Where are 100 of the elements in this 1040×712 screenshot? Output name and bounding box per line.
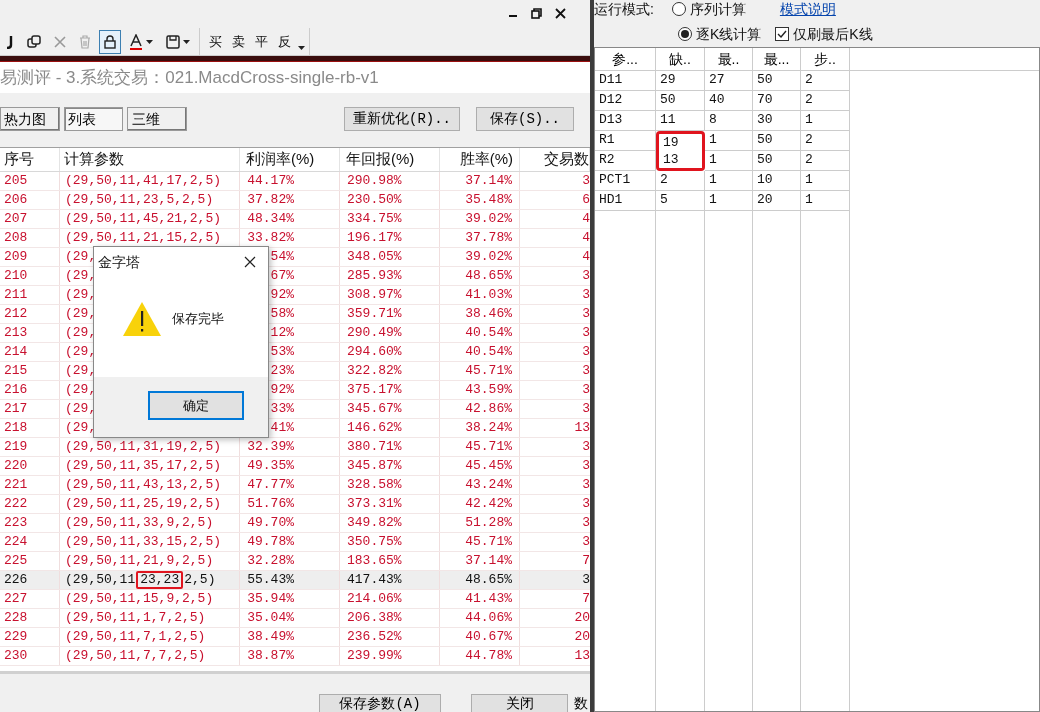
- table-row[interactable]: 220 (29,50,11,35,17,2,5) 49.35% 345.87% 45.45% 3: [0, 457, 590, 476]
- column-header[interactable]: 计算参数: [64, 148, 124, 171]
- column-header[interactable]: 利润率(%): [246, 148, 315, 171]
- close-icon[interactable]: [555, 7, 566, 19]
- table-cell: 218: [4, 420, 28, 435]
- checkbox-label[interactable]: 仅刷最后K线: [793, 23, 873, 45]
- table-row[interactable]: 206 (29,50,11,23,5,2,5) 37.82% 230.50% 35.48% 6: [0, 191, 590, 210]
- close-icon[interactable]: [244, 256, 256, 268]
- table-cell: (29,50,11,7,1,2,5): [65, 628, 206, 646]
- table-row[interactable]: 207 (29,50,11,45,21,2,5) 48.34% 334.75% 39.02% 4: [0, 210, 590, 229]
- window-title: 易测评 - 3.系统交易：021.MacdCross-single-rb-v1: [0, 66, 379, 89]
- action-button[interactable]: 重新优化(R)..: [344, 107, 460, 131]
- action-button[interactable]: 保存(S)..: [476, 107, 574, 131]
- table-row[interactable]: R2 13 1 50 2: [595, 151, 1039, 171]
- table-row[interactable]: PCT1 2 1 10 1: [595, 171, 1039, 191]
- checkbox[interactable]: [775, 27, 790, 41]
- table-row[interactable]: 226 (29,50,11 23,23 2,5) 55.43% 417.43% 48.65% 3: [0, 571, 590, 590]
- table-row[interactable]: 208 (29,50,11,21,15,2,5) 33.82% 196.17% 37.78% 4: [0, 229, 590, 248]
- run-mode-label: 运行模式:: [594, 0, 654, 19]
- caret-icon[interactable]: [298, 45, 305, 50]
- table-row[interactable]: 224 (29,50,11,33,15,2,5) 49.78% 350.75% 45.71% 3: [0, 533, 590, 552]
- column-header[interactable]: 序号: [4, 148, 34, 171]
- table-cell: 13: [574, 420, 590, 435]
- table-cell: 7: [582, 553, 590, 568]
- radio-label[interactable]: 逐K线计算: [696, 23, 762, 45]
- table-cell: 3: [582, 496, 590, 511]
- close-button[interactable]: 关闭: [471, 694, 568, 712]
- toolbar-button[interactable]: 平: [252, 31, 271, 52]
- table-cell: 348.05%: [347, 249, 402, 264]
- table-cell: 19: [656, 131, 705, 151]
- column-header[interactable]: 交易数: [544, 148, 589, 171]
- table-row[interactable]: D12 50 40 70 2: [595, 91, 1039, 111]
- table-cell: 1: [705, 171, 753, 191]
- column-header[interactable]: 年回报(%): [346, 148, 415, 171]
- mode-help-link[interactable]: 模式说明: [779, 0, 836, 20]
- table-row[interactable]: 222 (29,50,11,25,19,2,5) 51.76% 373.31% 42.42% 3: [0, 495, 590, 514]
- table-cell: 33%: [270, 401, 294, 416]
- table-cell: 58%: [270, 306, 294, 321]
- copy-icon: [27, 34, 41, 49]
- table-cell: R1: [595, 131, 656, 151]
- table-cell: D12: [595, 91, 656, 111]
- table-cell: 5: [656, 191, 705, 211]
- table-row[interactable]: D13 11 8 30 1: [595, 111, 1039, 131]
- table-row[interactable]: 225 (29,50,11,21,9,2,5) 32.28% 183.65% 37.14% 7: [0, 552, 590, 571]
- table-cell: 49.78%: [247, 534, 294, 549]
- table-cell: 3: [582, 401, 590, 416]
- table-cell: 45.71%: [465, 534, 512, 549]
- table-row[interactable]: R1 19 1 50 2: [595, 131, 1039, 151]
- table-row[interactable]: 229 (29,50,11,7,1,2,5) 38.49% 236.52% 40.67% 20: [0, 628, 590, 647]
- ok-button[interactable]: 确定: [148, 391, 244, 420]
- table-cell: 67%: [270, 268, 294, 283]
- toolbar-button[interactable]: 卖: [229, 31, 248, 52]
- table-cell: (29,50,11,21,9,2,5): [65, 552, 214, 570]
- table-row[interactable]: 227 (29,50,11,15,9,2,5) 35.94% 214.06% 41.43% 7: [0, 590, 590, 609]
- table-cell: 50: [753, 131, 801, 151]
- table-cell: 1: [801, 191, 850, 211]
- radio-label[interactable]: 序列计算: [689, 0, 746, 20]
- view-tab[interactable]: 三维: [127, 107, 187, 131]
- table-row[interactable]: 205 (29,50,11,41,17,2,5) 44.17% 290.98% 37.14% 3: [0, 172, 590, 191]
- table-row[interactable]: 223 (29,50,11,33,9,2,5) 49.70% 349.82% 51.28% 3: [0, 514, 590, 533]
- table-cell: 43.59%: [465, 382, 512, 397]
- table-cell: 10: [753, 171, 801, 191]
- save-icon: [166, 34, 180, 49]
- table-row[interactable]: 228 (29,50,11,1,7,2,5) 35.04% 206.38% 44.06% 20: [0, 609, 590, 628]
- table-cell: (29,: [65, 362, 97, 380]
- table-cell: 345.67%: [347, 401, 402, 416]
- column-header[interactable]: 步..: [814, 48, 836, 70]
- table-cell: 3: [582, 344, 590, 359]
- table-row[interactable]: D11 29 27 50 2: [595, 71, 1039, 91]
- toolbar-button[interactable]: 反: [275, 31, 294, 52]
- field-label: 数: [574, 694, 589, 712]
- toolbar-button[interactable]: [99, 29, 121, 54]
- column-header[interactable]: 参...: [612, 48, 638, 70]
- table-row[interactable]: 219 (29,50,11,31,19,2,5) 32.39% 380.71% 45.71% 3: [0, 438, 590, 457]
- view-tab[interactable]: 热力图: [0, 107, 60, 131]
- restore-icon[interactable]: [531, 7, 542, 19]
- table-cell: 211: [4, 287, 28, 302]
- column-header[interactable]: 最...: [763, 48, 790, 70]
- table-cell: (29,50,11,43,13,2,5): [65, 476, 222, 494]
- column-header[interactable]: 胜率(%): [459, 148, 513, 171]
- table-cell: 50: [753, 151, 801, 171]
- table-cell: 29: [656, 71, 705, 91]
- table-cell: 38.49%: [247, 629, 294, 644]
- table-cell: 8: [705, 111, 753, 131]
- table-cell: 37.78%: [465, 230, 512, 245]
- table-cell: 92%: [270, 382, 294, 397]
- table-cell: 51.76%: [247, 496, 294, 511]
- table-row[interactable]: 230 (29,50,11,7,7,2,5) 38.87% 239.99% 44.78% 13: [0, 647, 590, 666]
- radio-button[interactable]: [678, 27, 692, 41]
- toolbar-button[interactable]: 买: [206, 31, 225, 52]
- trash-icon: [79, 34, 91, 49]
- table-row[interactable]: 221 (29,50,11,43,13,2,5) 47.77% 328.58% 43.24% 3: [0, 476, 590, 495]
- column-header[interactable]: 缺..: [669, 48, 691, 70]
- column-header[interactable]: 最..: [717, 48, 740, 70]
- save-params-button[interactable]: 保存参数(A): [319, 694, 441, 712]
- warning-icon: [122, 301, 162, 337]
- table-cell: 322.82%: [347, 363, 402, 378]
- table-row[interactable]: HD1 5 1 20 1: [595, 191, 1039, 211]
- view-tab[interactable]: 列表: [64, 107, 123, 131]
- radio-button[interactable]: [671, 2, 686, 16]
